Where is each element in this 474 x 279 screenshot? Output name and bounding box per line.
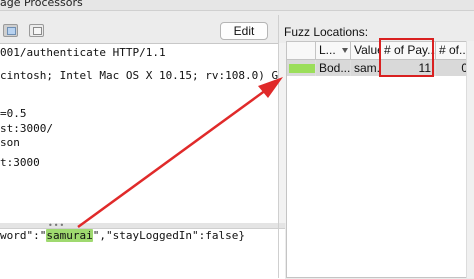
- arrow-shaft: [77, 88, 267, 229]
- arrow-head-icon: [258, 77, 283, 98]
- annotation-arrow: [77, 77, 283, 229]
